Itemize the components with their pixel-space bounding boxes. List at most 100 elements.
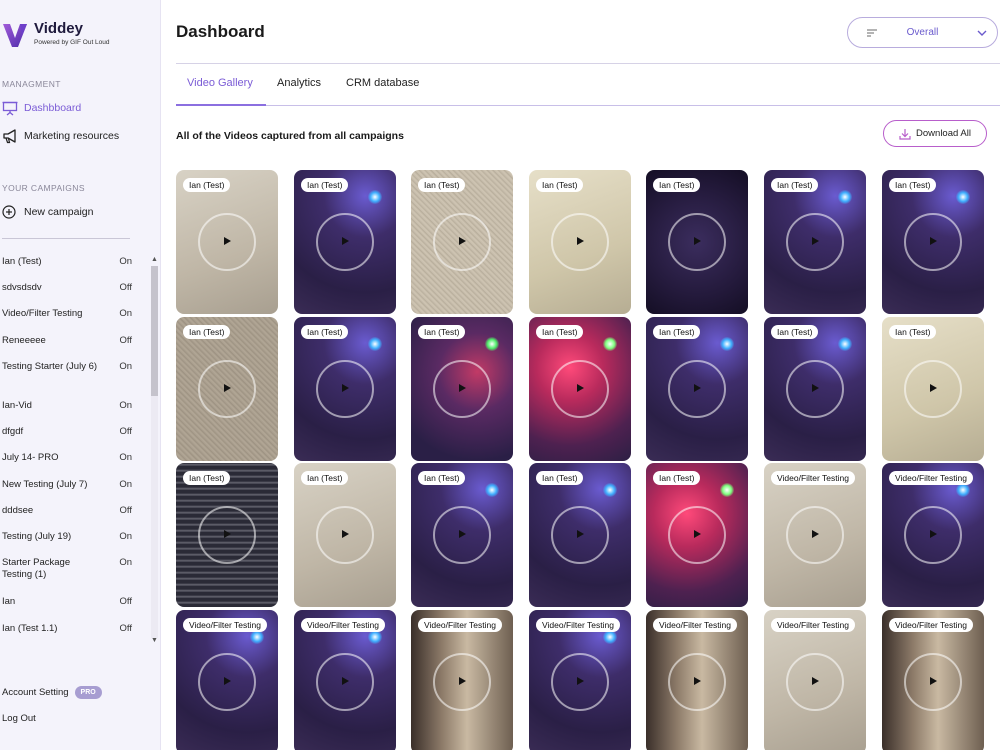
- play-icon[interactable]: [812, 237, 819, 245]
- campaign-name: Reneeeee: [2, 335, 46, 346]
- video-thumbnail[interactable]: Ian (Test): [646, 317, 748, 461]
- video-thumbnail[interactable]: Video/Filter Testing: [294, 610, 396, 750]
- new-campaign-button[interactable]: New campaign: [2, 202, 93, 222]
- video-thumbnail[interactable]: Ian (Test): [176, 317, 278, 461]
- management-section-label: MANAGMENT: [2, 79, 61, 89]
- video-thumbnail[interactable]: Ian (Test): [529, 463, 631, 607]
- light-glare: [250, 630, 264, 644]
- play-icon[interactable]: [342, 677, 349, 685]
- scroll-thumb[interactable]: [151, 266, 158, 396]
- play-icon[interactable]: [930, 677, 937, 685]
- play-icon[interactable]: [694, 677, 701, 685]
- scroll-down-arrow-icon[interactable]: ▼: [151, 637, 158, 644]
- campaign-item[interactable]: Starter Package Testing (1) On: [2, 557, 132, 581]
- campaign-status: Off: [119, 282, 133, 293]
- video-thumbnail[interactable]: Ian (Test): [411, 463, 513, 607]
- sidebar-divider: [2, 238, 130, 239]
- video-thumbnail[interactable]: Ian (Test): [294, 170, 396, 314]
- video-thumbnail[interactable]: Ian (Test): [882, 170, 984, 314]
- campaign-item[interactable]: sdvsdsdv Off: [2, 282, 132, 294]
- play-icon[interactable]: [694, 384, 701, 392]
- video-thumbnail[interactable]: Ian (Test): [176, 463, 278, 607]
- video-campaign-badge: Ian (Test): [771, 178, 819, 192]
- tab-video-gallery[interactable]: Video Gallery: [187, 77, 253, 89]
- play-icon[interactable]: [694, 237, 701, 245]
- campaign-item[interactable]: Testing (July 19) On: [2, 531, 132, 543]
- play-icon[interactable]: [812, 384, 819, 392]
- video-thumbnail[interactable]: Ian (Test): [646, 463, 748, 607]
- video-thumbnail[interactable]: Ian (Test): [882, 317, 984, 461]
- video-thumbnail[interactable]: Ian (Test): [764, 317, 866, 461]
- campaign-scrollbar[interactable]: ▲ ▼: [150, 256, 159, 648]
- play-icon[interactable]: [459, 384, 466, 392]
- campaign-status: On: [119, 308, 132, 319]
- video-thumbnail[interactable]: Video/Filter Testing: [176, 610, 278, 750]
- play-icon[interactable]: [224, 237, 231, 245]
- play-icon[interactable]: [694, 530, 701, 538]
- campaign-status: Off: [119, 623, 133, 634]
- scroll-up-arrow-icon[interactable]: ▲: [151, 256, 158, 263]
- new-campaign-label: New campaign: [24, 206, 94, 218]
- video-thumbnail[interactable]: Ian (Test): [294, 463, 396, 607]
- play-icon[interactable]: [224, 677, 231, 685]
- video-thumbnail[interactable]: Video/Filter Testing: [764, 610, 866, 750]
- video-thumbnail[interactable]: Ian (Test): [529, 170, 631, 314]
- overall-filter-dropdown[interactable]: Overall: [847, 17, 998, 48]
- video-thumbnail[interactable]: Ian (Test): [764, 170, 866, 314]
- brand[interactable]: Viddey Powered by GIF Out Loud: [2, 20, 152, 50]
- play-icon[interactable]: [577, 677, 584, 685]
- campaign-item[interactable]: dddsee Off: [2, 505, 132, 517]
- campaign-item[interactable]: New Testing (July 7) On: [2, 479, 132, 491]
- tab-analytics[interactable]: Analytics: [277, 77, 321, 89]
- tab-crm-database[interactable]: CRM database: [346, 77, 419, 89]
- play-icon[interactable]: [342, 384, 349, 392]
- play-icon[interactable]: [812, 530, 819, 538]
- campaign-item[interactable]: Reneeeee Off: [2, 335, 132, 347]
- play-icon[interactable]: [577, 530, 584, 538]
- play-icon[interactable]: [459, 677, 466, 685]
- campaign-item[interactable]: Testing Starter (July 6) On: [2, 361, 132, 373]
- campaign-item[interactable]: July 14- PRO On: [2, 452, 132, 464]
- sidebar-item-marketing-resources[interactable]: Marketing resources: [2, 126, 119, 146]
- campaign-item[interactable]: dfgdf Off: [2, 426, 132, 438]
- download-all-button[interactable]: Download All: [883, 120, 987, 147]
- video-campaign-badge: Ian (Test): [418, 325, 466, 339]
- play-icon[interactable]: [342, 530, 349, 538]
- play-icon[interactable]: [459, 530, 466, 538]
- campaign-status: On: [119, 361, 132, 372]
- play-icon[interactable]: [930, 530, 937, 538]
- sidebar-item-dashboard[interactable]: Dashbboard: [2, 98, 81, 118]
- campaign-item[interactable]: Ian Off: [2, 596, 132, 608]
- video-campaign-badge: Video/Filter Testing: [418, 618, 502, 632]
- video-thumbnail[interactable]: Video/Filter Testing: [646, 610, 748, 750]
- video-thumbnail[interactable]: Ian (Test): [529, 317, 631, 461]
- video-thumbnail[interactable]: Video/Filter Testing: [882, 610, 984, 750]
- play-icon[interactable]: [459, 237, 466, 245]
- campaign-item[interactable]: Ian-Vid On: [2, 400, 132, 412]
- campaign-list[interactable]: Ian (Test) On sdvsdsdv Off Video/Filter …: [0, 250, 148, 645]
- logout-link[interactable]: Log Out: [2, 713, 36, 724]
- play-icon[interactable]: [930, 237, 937, 245]
- campaign-item[interactable]: Ian (Test) On: [2, 256, 132, 268]
- campaign-status: On: [119, 557, 132, 568]
- play-icon[interactable]: [224, 530, 231, 538]
- video-thumbnail[interactable]: Video/Filter Testing: [764, 463, 866, 607]
- account-setting-link[interactable]: Account Setting PRO: [2, 686, 102, 699]
- play-icon[interactable]: [577, 237, 584, 245]
- video-thumbnail[interactable]: Ian (Test): [646, 170, 748, 314]
- campaigns-section-label: YOUR CAMPAIGNS: [2, 183, 85, 193]
- video-thumbnail[interactable]: Video/Filter Testing: [882, 463, 984, 607]
- video-thumbnail[interactable]: Video/Filter Testing: [411, 610, 513, 750]
- campaign-item[interactable]: Ian (Test 1.1) Off: [2, 623, 132, 635]
- play-icon[interactable]: [930, 384, 937, 392]
- play-icon[interactable]: [224, 384, 231, 392]
- play-icon[interactable]: [342, 237, 349, 245]
- video-thumbnail[interactable]: Ian (Test): [411, 317, 513, 461]
- play-icon[interactable]: [812, 677, 819, 685]
- video-thumbnail[interactable]: Ian (Test): [294, 317, 396, 461]
- video-thumbnail[interactable]: Ian (Test): [411, 170, 513, 314]
- video-thumbnail[interactable]: Video/Filter Testing: [529, 610, 631, 750]
- play-icon[interactable]: [577, 384, 584, 392]
- video-thumbnail[interactable]: Ian (Test): [176, 170, 278, 314]
- campaign-item[interactable]: Video/Filter Testing On: [2, 308, 132, 320]
